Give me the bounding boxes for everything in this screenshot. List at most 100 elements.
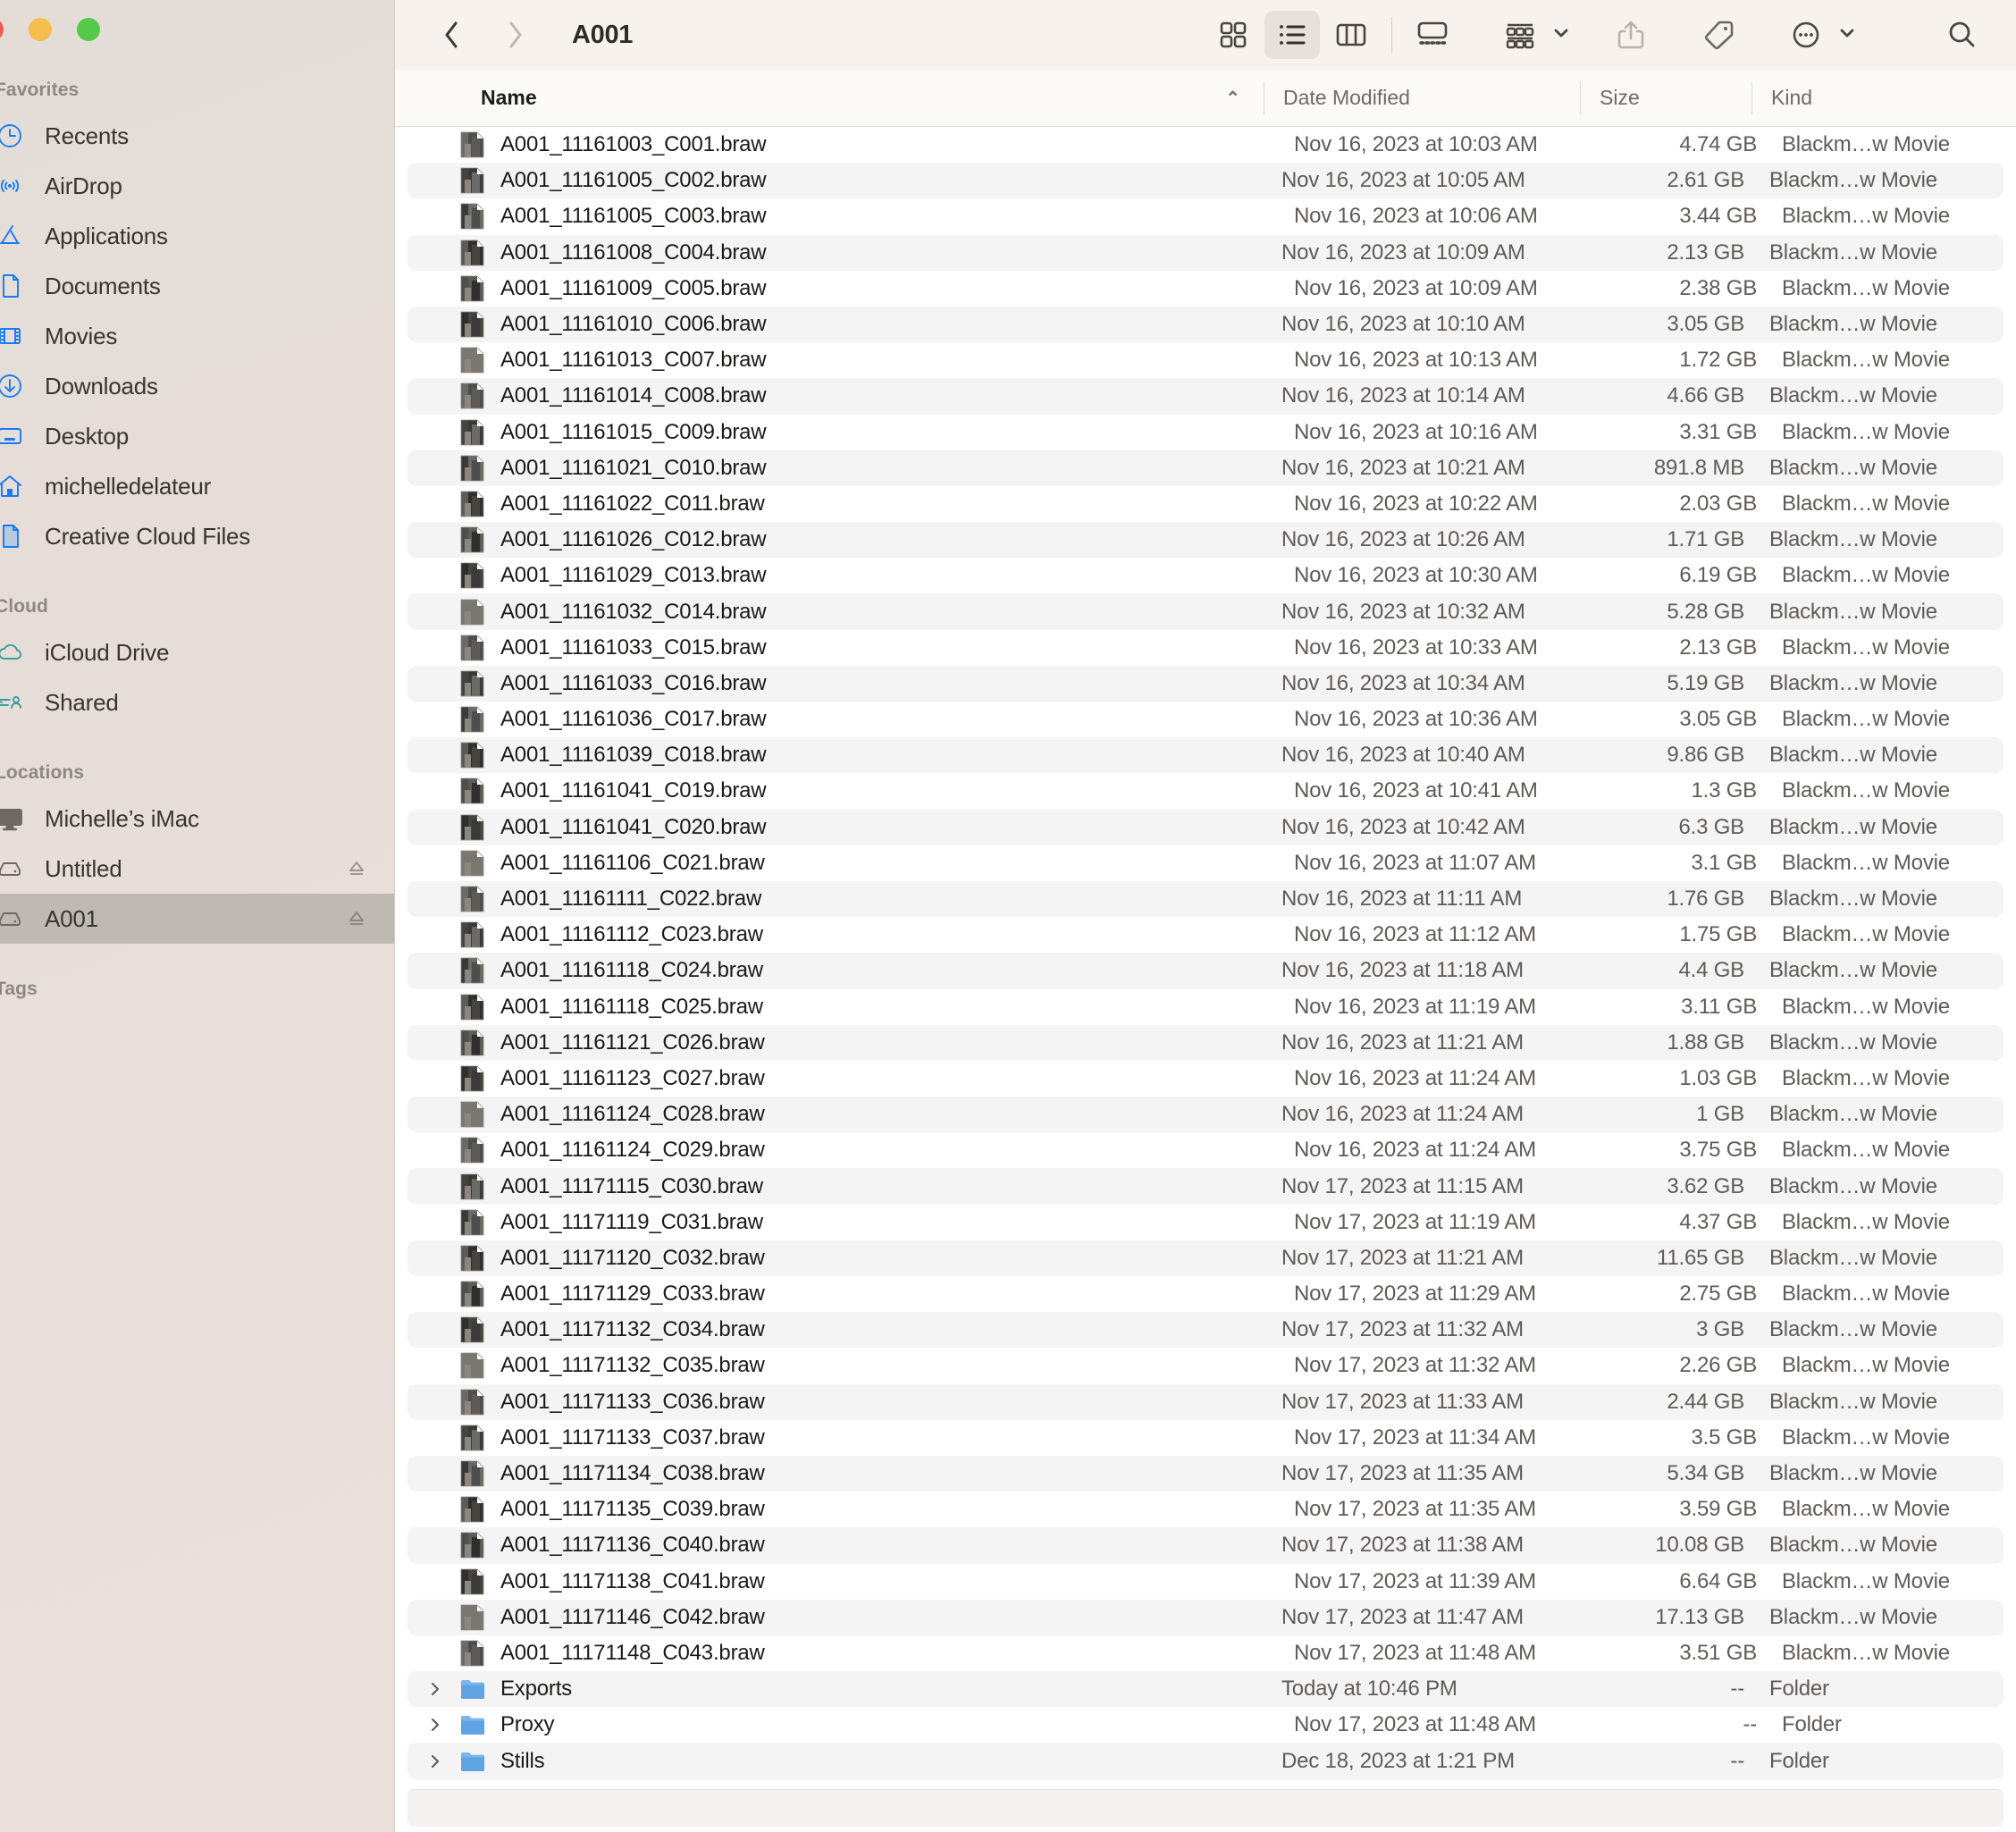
braw-file-icon [459,670,486,697]
table-row[interactable]: A001_11171132_C034.braw Nov 17, 2023 at 1… [407,1312,2003,1349]
disclosure-chevron-icon[interactable] [425,1716,445,1734]
table-row[interactable]: A001_11161009_C005.braw Nov 16, 2023 at 1… [395,271,2016,307]
table-row[interactable]: A001_11171133_C037.braw Nov 17, 2023 at 1… [395,1420,2016,1456]
table-row[interactable]: A001_11161015_C009.braw Nov 16, 2023 at 1… [395,415,2016,450]
disclosure-chevron-icon[interactable] [425,1680,445,1698]
table-row[interactable]: A001_11161033_C015.braw Nov 16, 2023 at 1… [395,630,2016,666]
file-kind: Blackm…w Movie [1782,204,1950,229]
sidebar-item-movies[interactable]: Movies [0,311,394,361]
table-row[interactable]: A001_11161123_C027.braw Nov 16, 2023 at 1… [395,1061,2016,1097]
table-row[interactable]: A001_11171132_C035.braw Nov 17, 2023 at 1… [395,1348,2016,1383]
table-row[interactable]: A001_11171138_C041.braw Nov 17, 2023 at 1… [395,1564,2016,1600]
more-actions-control[interactable] [1778,11,1857,59]
group-by-chevron-down-icon[interactable] [1551,23,1571,47]
sidebar-item-untitled[interactable]: Untitled [0,844,394,894]
table-row[interactable]: A001_11171133_C036.braw Nov 17, 2023 at 1… [407,1383,2003,1420]
tag-button[interactable] [1691,11,1746,59]
table-row[interactable]: A001_11161005_C002.braw Nov 16, 2023 at 1… [407,163,2003,199]
eject-icon[interactable] [346,908,367,929]
folder-row[interactable]: Exports Today at 10:46 PM -- Folder [407,1671,2003,1708]
group-by-control[interactable] [1492,11,1571,59]
search-button[interactable] [1934,11,1989,59]
column-view-button[interactable] [1323,11,1379,59]
table-row[interactable]: A001_11161029_C013.braw Nov 16, 2023 at 1… [395,558,2016,593]
sidebar-item-downloads[interactable]: Downloads [0,361,394,411]
table-row[interactable]: A001_11161036_C017.braw Nov 16, 2023 at 1… [395,702,2016,737]
table-row[interactable]: A001_11161013_C007.braw Nov 16, 2023 at 1… [395,342,2016,378]
more-actions-button[interactable] [1778,11,1834,59]
gallery-view-button[interactable] [1405,11,1460,59]
sidebar-item-shared[interactable]: Shared [0,677,394,727]
table-row[interactable]: A001_11171115_C030.braw Nov 17, 2023 at 1… [407,1168,2003,1205]
sidebar-item-airdrop[interactable]: AirDrop [0,161,394,211]
table-row[interactable]: A001_11171119_C031.braw Nov 17, 2023 at 1… [395,1205,2016,1240]
table-row[interactable]: A001_11161124_C029.braw Nov 16, 2023 at 1… [395,1132,2016,1168]
table-row[interactable]: A001_11161005_C003.braw Nov 16, 2023 at 1… [395,198,2016,234]
more-chevron-down-icon[interactable] [1837,23,1857,47]
table-row[interactable]: A001_11171148_C043.braw Nov 17, 2023 at 1… [395,1635,2016,1671]
table-row[interactable]: A001_11171120_C032.braw Nov 17, 2023 at 1… [407,1240,2003,1276]
sidebar-item-desktop[interactable]: Desktop [0,411,394,461]
table-row[interactable]: A001_11161003_C001.braw Nov 16, 2023 at 1… [395,127,2016,163]
sidebar-item-michelle-s-imac[interactable]: Michelle’s iMac [0,794,394,844]
sidebar-item-label: Recents [45,122,129,149]
close-button[interactable] [0,18,4,41]
share-button[interactable] [1603,11,1659,59]
table-row[interactable]: A001_11161033_C016.braw Nov 16, 2023 at 1… [407,665,2003,702]
table-row[interactable]: A001_11161032_C014.braw Nov 16, 2023 at 1… [407,593,2003,630]
file-date-modified: Nov 17, 2023 at 11:48 AM [1294,1712,1536,1737]
forward-button[interactable] [502,17,529,53]
back-button[interactable] [438,17,465,53]
braw-file-icon [459,1281,486,1307]
table-row[interactable]: A001_11161041_C019.braw Nov 16, 2023 at 1… [395,773,2016,809]
disclosure-chevron-icon[interactable] [425,1752,445,1770]
file-list[interactable]: A001_11161003_C001.braw Nov 16, 2023 at 1… [395,127,2016,1789]
table-row[interactable]: A001_11171146_C042.braw Nov 17, 2023 at 1… [407,1599,2003,1635]
folder-row[interactable]: Stills Dec 18, 2023 at 1:21 PM -- Folder [407,1743,2003,1779]
sidebar-item-applications[interactable]: Applications [0,211,394,261]
sidebar-item-documents[interactable]: Documents [0,261,394,311]
sidebar-item-a001[interactable]: A001 [0,894,394,944]
column-header-date-modified[interactable]: Date Modified [1264,70,1580,126]
file-name-label: A001_11161013_C007.braw [500,348,767,373]
table-row[interactable]: A001_11161026_C012.braw Nov 16, 2023 at 1… [407,522,2003,559]
list-view-button[interactable] [1264,11,1320,59]
table-row[interactable]: A001_11161041_C020.braw Nov 16, 2023 at 1… [407,809,2003,845]
eject-icon[interactable] [346,858,367,879]
table-row[interactable]: A001_11171135_C039.braw Nov 17, 2023 at 1… [395,1492,2016,1527]
sidebar-item-recents[interactable]: Recents [0,111,394,161]
table-row[interactable]: A001_11161014_C008.braw Nov 16, 2023 at 1… [407,378,2003,415]
sidebar-item-michelledelateur[interactable]: michelledelateur [0,461,394,511]
table-row[interactable]: A001_11161111_C022.braw Nov 16, 2023 at 1… [407,880,2003,918]
table-row[interactable]: A001_11161008_C004.braw Nov 16, 2023 at 1… [407,234,2003,271]
cell-name: A001_11171119_C031.braw [425,1209,1294,1236]
braw-file-icon [459,1245,486,1272]
folder-row[interactable]: Proxy Nov 17, 2023 at 11:48 AM -- Folder [395,1707,2016,1743]
zoom-button[interactable] [77,18,100,41]
column-header-size[interactable]: Size [1580,70,1751,126]
table-row[interactable]: A001_11161021_C010.braw Nov 16, 2023 at 1… [407,450,2003,486]
table-row[interactable]: A001_11171129_C033.braw Nov 17, 2023 at 1… [395,1276,2016,1312]
braw-file-icon [459,850,486,877]
minimize-button[interactable] [29,18,52,41]
icon-view-button[interactable] [1205,11,1261,59]
table-row[interactable]: A001_11161010_C006.braw Nov 16, 2023 at 1… [407,306,2003,343]
file-kind: Blackm…w Movie [1769,383,1937,408]
column-header-name[interactable]: Name ⌃ [395,70,1264,126]
table-row[interactable]: A001_11161039_C018.braw Nov 16, 2023 at 1… [407,737,2003,774]
file-date-modified: Nov 17, 2023 at 11:33 AM [1281,1389,1524,1414]
sidebar-item-icloud-drive[interactable]: iCloud Drive [0,627,394,677]
table-row[interactable]: A001_11161118_C025.braw Nov 16, 2023 at 1… [395,989,2016,1025]
window-traffic-lights[interactable] [0,18,100,41]
table-row[interactable]: A001_11161022_C011.braw Nov 16, 2023 at 1… [395,486,2016,522]
table-row[interactable]: A001_11161112_C023.braw Nov 16, 2023 at 1… [395,917,2016,953]
table-row[interactable]: A001_11161124_C028.braw Nov 16, 2023 at 1… [407,1097,2003,1133]
table-row[interactable]: A001_11161118_C024.braw Nov 16, 2023 at 1… [407,953,2003,989]
column-header-kind[interactable]: Kind [1751,70,2016,126]
table-row[interactable]: A001_11161121_C026.braw Nov 16, 2023 at 1… [407,1024,2003,1061]
table-row[interactable]: A001_11171134_C038.braw Nov 17, 2023 at 1… [407,1455,2003,1492]
table-row[interactable]: A001_11161106_C021.braw Nov 16, 2023 at 1… [395,845,2016,881]
table-row[interactable]: A001_11171136_C040.braw Nov 17, 2023 at 1… [407,1527,2003,1564]
sidebar-item-creative-cloud-files[interactable]: Creative Cloud Files [0,511,394,561]
group-by-button[interactable] [1492,11,1548,59]
